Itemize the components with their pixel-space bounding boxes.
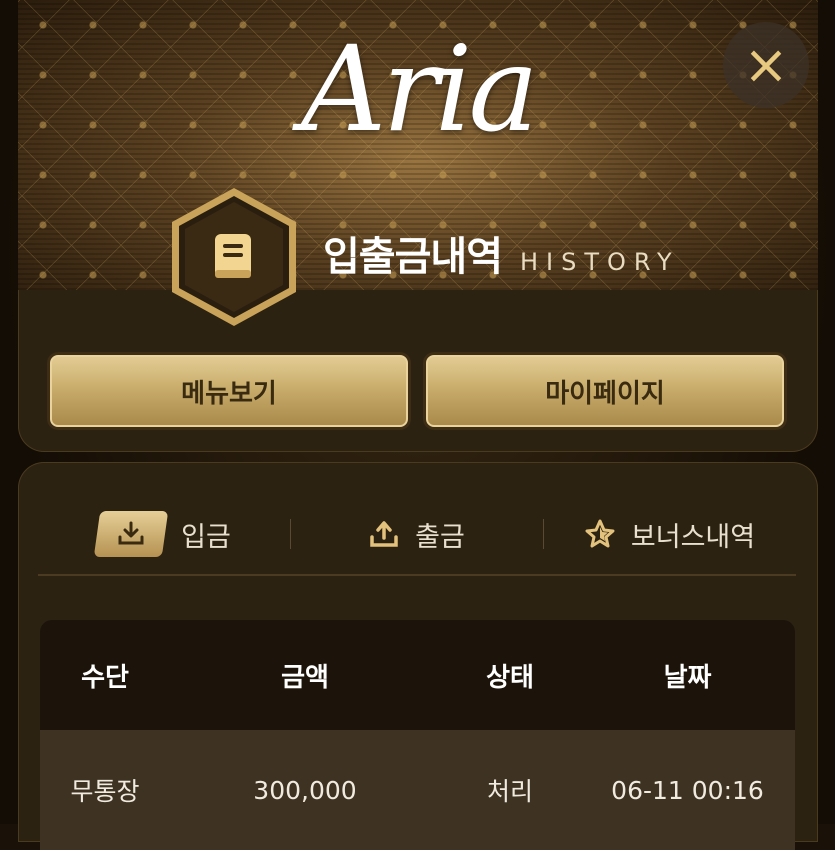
- cell-date: 06-11 00:16: [611, 775, 764, 805]
- nav-button-row: 메뉴보기 마이페이지: [50, 355, 802, 427]
- page-title-english: HISTORY: [520, 248, 680, 276]
- cell-amount: 300,000: [253, 775, 357, 805]
- download-icon: [93, 511, 169, 557]
- history-card: 입금 출금 보너스내역 수단 금액 상태 날짜 무통장 300,000 처리 0…: [18, 462, 818, 850]
- tab-divider-line: [38, 574, 796, 576]
- tab-withdraw-label: 출금: [415, 521, 465, 553]
- tab-deposit-label: 입금: [181, 521, 231, 553]
- cell-status: 처리: [486, 777, 533, 806]
- aria-logo: Aria: [301, 20, 539, 158]
- cell-method: 무통장: [70, 777, 140, 806]
- table-header: 수단 금액 상태 날짜: [40, 620, 795, 730]
- history-tabs: 입금 출금 보너스내역: [38, 502, 796, 566]
- history-table: 수단 금액 상태 날짜 무통장 300,000 처리 06-11 00:16: [40, 620, 795, 850]
- page-title: 입출금내역 HISTORY: [323, 224, 680, 282]
- column-header-date: 날짜: [663, 662, 712, 693]
- tab-bonus[interactable]: 보너스내역: [544, 515, 796, 554]
- mypage-button[interactable]: 마이페이지: [426, 355, 784, 427]
- menu-button[interactable]: 메뉴보기: [50, 355, 408, 427]
- close-button[interactable]: ×: [723, 22, 809, 108]
- table-row: 무통장 300,000 처리 06-11 00:16: [40, 730, 795, 850]
- close-icon: ×: [743, 33, 789, 96]
- tab-deposit[interactable]: 입금: [38, 511, 290, 557]
- star-icon: [585, 519, 615, 548]
- book-icon: [172, 188, 296, 326]
- column-header-method: 수단: [81, 662, 129, 693]
- history-badge: [168, 186, 300, 328]
- upload-icon: [370, 521, 398, 547]
- page-title-korean: 입출금내역: [323, 234, 503, 280]
- column-header-status: 상태: [486, 662, 534, 693]
- header-panel: Aria × 입출금내역 HISTORY 메뉴보기 마이페이지: [18, 0, 818, 452]
- tab-withdraw[interactable]: 출금: [291, 515, 543, 554]
- tab-bonus-label: 보너스내역: [630, 521, 756, 553]
- column-header-amount: 금액: [281, 662, 329, 693]
